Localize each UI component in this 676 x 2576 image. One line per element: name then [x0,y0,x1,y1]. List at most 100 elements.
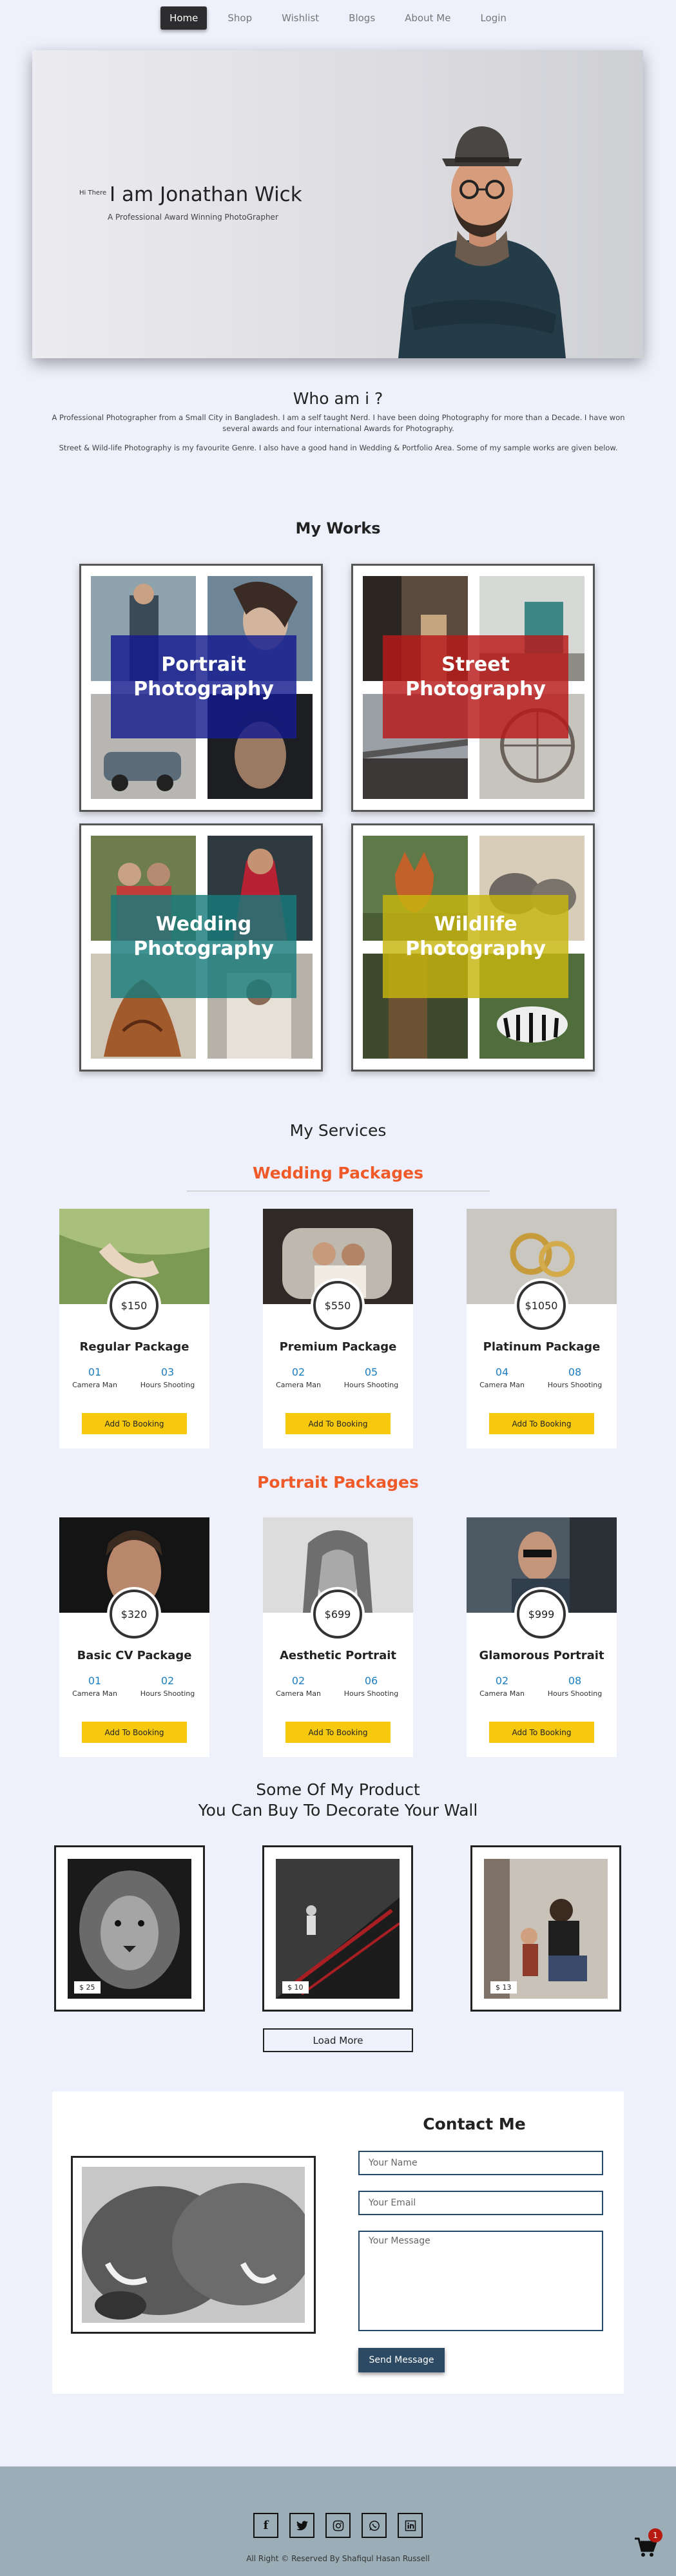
hours-count: 02 [160,1675,175,1687]
social-links: f [0,2513,676,2538]
product-card[interactable]: $ 10 [262,1845,413,2012]
cameramen-count: 04 [495,1366,509,1378]
hours-stat: 03 Hours Shooting [139,1366,197,1389]
contact-image-frame [71,2156,316,2334]
about-title: Who am i ? [293,389,383,408]
work-card-wedding[interactable]: Wedding Photography [79,823,323,1072]
package-price: $150 [110,1281,159,1330]
hours-count: 05 [364,1366,378,1378]
message-field[interactable] [358,2231,603,2331]
product-price: $ 13 [490,1981,517,1994]
photographer-portrait [398,126,566,358]
package-title: Aesthetic Portrait [279,1649,397,1662]
twitter-icon[interactable] [289,2513,314,2538]
nav-shop[interactable]: Shop [218,6,261,30]
work-label-line2: Photography [405,937,546,960]
package-price: $699 [313,1590,362,1639]
cameramen-count: 01 [88,1675,102,1687]
package-title: Regular Package [79,1340,189,1354]
product-price: $ 25 [74,1981,101,1994]
hero-banner: Hi There I am Jonathan Wick A Profession… [32,50,643,358]
package-price: $550 [313,1281,362,1330]
package-price: $1050 [517,1281,566,1330]
products-title: Some Of My Product You Can Buy To Decora… [0,1780,676,1821]
package-title: Platinum Package [483,1340,601,1354]
name-field[interactable] [358,2151,603,2175]
add-to-booking-button[interactable]: Add To Booking [82,1413,187,1434]
whatsapp-icon[interactable] [362,2513,387,2538]
wedding-packages-title: Wedding Packages [253,1164,423,1182]
cameramen-label: Camera Man [479,1689,525,1698]
work-label-line1: Street [441,653,510,676]
email-field[interactable] [358,2191,603,2215]
work-card-street[interactable]: Street Photography [351,564,595,812]
nav-home[interactable]: Home [160,6,208,30]
cameramen-count: 02 [291,1675,305,1687]
nav-wishlist[interactable]: Wishlist [273,6,328,30]
hero-subtitle: A Professional Award Winning PhotoGraphe… [108,213,278,222]
load-more-button[interactable]: Load More [263,2028,413,2052]
cameramen-label: Camera Man [276,1689,321,1698]
product-card[interactable]: $ 25 [54,1845,205,2012]
nav-blogs[interactable]: Blogs [340,6,384,30]
cameramen-label: Camera Man [479,1381,525,1389]
package-card: $699 Aesthetic Portrait 02 Camera Man 06 H… [263,1517,413,1757]
package-title: Premium Package [279,1340,397,1354]
cameramen-count: 02 [495,1675,509,1687]
work-label-wedding: Wedding Photography [111,912,296,961]
send-message-button[interactable]: Send Message [358,2348,445,2372]
add-to-booking-button[interactable]: Add To Booking [285,1413,391,1434]
cameramen-stat: 02 Camera Man [473,1675,531,1698]
cameramen-stat: 02 Camera Man [269,1675,327,1698]
package-price: $320 [110,1590,159,1639]
cameramen-label: Camera Man [276,1381,321,1389]
work-card-portrait[interactable]: Portrait Photography [79,564,323,812]
add-to-booking-button[interactable]: Add To Booking [82,1722,187,1743]
work-card-wildlife[interactable]: Wildlife Photography [351,823,595,1072]
cameramen-stat: 04 Camera Man [473,1366,531,1389]
stairs-print-image [276,1859,400,1999]
cart-button[interactable]: 1 [635,2528,662,2560]
package-card: $550 Premium Package 02 Camera Man 05 Hour… [263,1209,413,1448]
hours-label: Hours Shooting [140,1381,195,1389]
package-card: $999 Glamorous Portrait 02 Camera Man 08 H… [467,1517,617,1757]
hours-stat: 05 Hours Shooting [342,1366,400,1389]
copyright-text: All Right © Reserved By Shafiqul Hasan R… [246,2554,430,2563]
cameramen-stat: 02 Camera Man [269,1366,327,1389]
product-card[interactable]: $ 13 [470,1845,621,2012]
hero-greeting: Hi There [79,189,107,197]
facebook-icon[interactable]: f [253,2513,278,2538]
hours-label: Hours Shooting [547,1381,603,1389]
cameramen-label: Camera Man [72,1381,117,1389]
cameramen-count: 01 [88,1366,102,1378]
add-to-booking-button[interactable]: Add To Booking [285,1722,391,1743]
add-to-booking-button[interactable]: Add To Booking [489,1722,594,1743]
package-price: $999 [517,1590,566,1639]
nav-login[interactable]: Login [471,6,515,30]
services-title: My Services [289,1121,387,1140]
portrait-packages-title: Portrait Packages [257,1473,419,1492]
lion-print-image [68,1859,191,1999]
cameramen-count: 02 [291,1366,305,1378]
hours-label: Hours Shooting [140,1689,195,1698]
cameramen-stat: 01 Camera Man [66,1675,124,1698]
cameramen-stat: 01 Camera Man [66,1366,124,1389]
nav-about-me[interactable]: About Me [396,6,459,30]
work-label-line2: Photography [405,678,546,700]
work-label-line2: Photography [133,937,274,960]
linkedin-icon[interactable] [398,2513,423,2538]
instagram-icon[interactable] [325,2513,351,2538]
package-title: Glamorous Portrait [479,1649,604,1662]
hours-count: 06 [364,1675,378,1687]
hours-count: 08 [568,1675,582,1687]
hours-label: Hours Shooting [343,1689,399,1698]
hours-stat: 06 Hours Shooting [342,1675,400,1698]
products-title-line2: You Can Buy To Decorate Your Wall [198,1801,478,1820]
work-label-street: Street Photography [383,653,568,702]
add-to-booking-button[interactable]: Add To Booking [489,1413,594,1434]
work-label-portrait: Portrait Photography [111,653,296,702]
hours-label: Hours Shooting [343,1381,399,1389]
top-nav: Home Shop Wishlist Blogs About Me Login [0,6,676,30]
work-label-line1: Wildlife [434,913,517,936]
work-label-line2: Photography [133,678,274,700]
